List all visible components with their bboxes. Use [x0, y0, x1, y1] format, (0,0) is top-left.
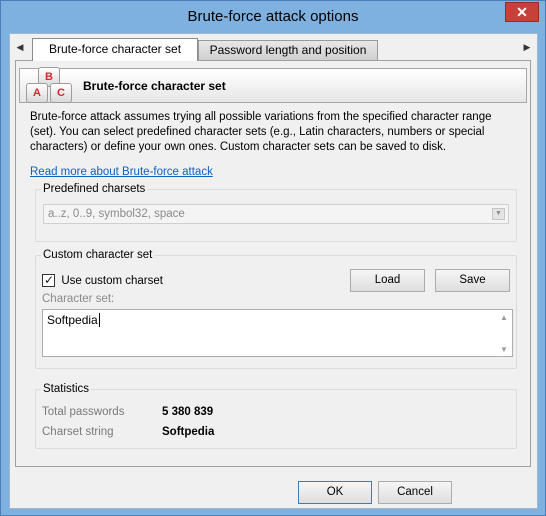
predefined-charsets-label: Predefined charsets	[41, 183, 148, 195]
cancel-button[interactable]: Cancel	[378, 481, 452, 504]
total-passwords-label: Total passwords	[42, 406, 125, 418]
predefined-charsets-value: a..z, 0..9, symbol32, space	[48, 208, 185, 220]
text-caret	[98, 313, 100, 327]
custom-charset-label: Custom character set	[41, 249, 155, 261]
section-header: B A C Brute-force character set	[19, 65, 527, 105]
statistics-label: Statistics	[41, 383, 92, 395]
abc-keys-icon: B A C	[23, 65, 75, 105]
dropdown-arrow-icon[interactable]: ▼	[492, 208, 505, 220]
dialog-client-area: ◀ Brute-force character set Password len…	[9, 33, 538, 509]
key-c: C	[50, 83, 72, 103]
use-custom-charset-checkbox[interactable]: ✓	[42, 273, 55, 288]
total-passwords-value: 5 380 839	[162, 406, 214, 418]
window-title: Brute-force attack options	[187, 8, 359, 25]
scroll-down-icon[interactable]: ▼	[500, 345, 508, 354]
ok-button[interactable]: OK	[298, 481, 372, 504]
tab-password-length-and-position[interactable]: Password length and position	[198, 40, 378, 60]
tab-scroll-left-icon[interactable]: ◀	[14, 41, 26, 53]
statistics-group: Statistics Total passwords 5 380 839 Cha…	[35, 383, 517, 449]
description-text: Brute-force attack assumes trying all po…	[30, 111, 492, 153]
use-custom-charset-row[interactable]: ✓ Use custom charset	[42, 273, 163, 288]
read-more-link[interactable]: Read more about Brute-force attack	[30, 166, 213, 178]
predefined-charsets-group: Predefined charsets a..z, 0..9, symbol32…	[35, 183, 517, 242]
textarea-scrollbar[interactable]: ▲ ▼	[496, 311, 511, 356]
key-a: A	[26, 83, 48, 103]
tab-brute-force-character-set[interactable]: Brute-force character set	[32, 38, 198, 61]
custom-charset-group: Custom character set ✓ Use custom charse…	[35, 249, 517, 369]
tab-scroll-right-icon[interactable]: ▶	[521, 41, 533, 53]
tab-strip: ◀ Brute-force character set Password len…	[10, 34, 537, 61]
scroll-up-icon[interactable]: ▲	[500, 313, 508, 322]
title-bar[interactable]: Brute-force attack options ✕	[1, 1, 545, 33]
charset-string-value: Softpedia	[162, 426, 215, 438]
close-button[interactable]: ✕	[505, 2, 539, 22]
character-set-label: Character set:	[42, 293, 115, 305]
charset-string-label: Charset string	[42, 426, 114, 438]
save-button[interactable]: Save	[435, 269, 510, 292]
character-set-value: Softpedia	[47, 313, 98, 327]
use-custom-charset-label[interactable]: Use custom charset	[61, 275, 163, 287]
checkmark-icon: ✓	[44, 273, 55, 288]
tab-page: B A C Brute-force character set Brute-fo…	[15, 60, 531, 467]
predefined-charsets-combo[interactable]: a..z, 0..9, symbol32, space ▼	[43, 204, 509, 224]
section-title: Brute-force character set	[83, 79, 226, 93]
load-button[interactable]: Load	[350, 269, 425, 292]
character-set-input[interactable]: Softpedia ▲ ▼	[42, 309, 513, 357]
dialog-window: Brute-force attack options ✕ ◀ Brute-for…	[0, 0, 546, 516]
